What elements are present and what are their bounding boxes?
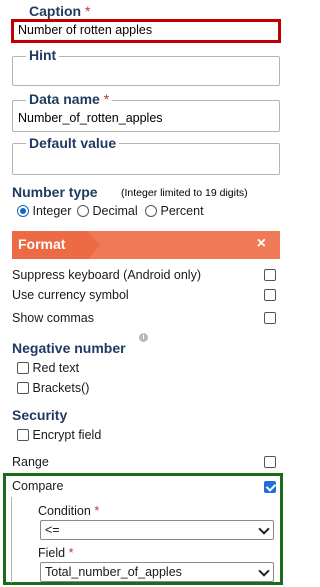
security-title: Security bbox=[12, 407, 68, 423]
condition-select[interactable]: <= bbox=[40, 520, 274, 540]
brackets-option[interactable]: Brackets() bbox=[17, 381, 89, 395]
format-banner[interactable]: Format × bbox=[12, 231, 280, 259]
caption-value[interactable]: Number of rotten apples bbox=[18, 23, 152, 37]
range-checkbox[interactable] bbox=[264, 456, 276, 468]
suppress-keyboard-checkbox[interactable] bbox=[264, 269, 276, 281]
compare-label: Compare bbox=[12, 479, 64, 493]
condition-label: Condition * bbox=[38, 504, 100, 518]
caption-label: Caption * bbox=[26, 3, 94, 19]
format-banner-label: Format bbox=[18, 236, 66, 252]
show-commas-label: Show commas bbox=[12, 311, 94, 325]
info-icon[interactable]: i bbox=[139, 333, 148, 342]
encrypt-field-checkbox bbox=[17, 429, 29, 441]
compare-options-border bbox=[11, 497, 12, 583]
field-select[interactable]: Total_number_of_apples bbox=[40, 562, 274, 582]
data-name-value[interactable]: Number_of_rotten_apples bbox=[18, 111, 163, 125]
number-type-note: (Integer limited to 19 digits) bbox=[121, 187, 248, 199]
currency-symbol-label: Use currency symbol bbox=[12, 288, 129, 302]
compare-checkbox[interactable] bbox=[264, 481, 276, 493]
negative-number-title: Negative number bbox=[12, 340, 126, 356]
red-text-checkbox bbox=[17, 362, 29, 374]
radio-decimal[interactable]: Decimal bbox=[77, 204, 138, 218]
default-value-label: Default value bbox=[26, 135, 120, 151]
close-icon[interactable]: × bbox=[257, 235, 266, 253]
hint-label: Hint bbox=[26, 47, 60, 63]
radio-integer[interactable]: Integer bbox=[17, 204, 71, 218]
radio-percent-icon bbox=[145, 205, 157, 217]
data-name-label: Data name * bbox=[26, 91, 113, 107]
chevron-down-icon bbox=[258, 523, 270, 535]
encrypt-field-option[interactable]: Encrypt field bbox=[17, 428, 101, 442]
suppress-keyboard-label: Suppress keyboard (Android only) bbox=[12, 268, 201, 282]
red-text-option[interactable]: Red text bbox=[17, 361, 79, 375]
number-type-title: Number type bbox=[12, 184, 98, 200]
show-commas-checkbox[interactable] bbox=[264, 312, 276, 324]
field-label: Field * bbox=[38, 546, 74, 560]
radio-decimal-icon bbox=[77, 205, 89, 217]
range-label: Range bbox=[12, 455, 49, 469]
currency-symbol-checkbox[interactable] bbox=[264, 289, 276, 301]
radio-percent[interactable]: Percent bbox=[145, 204, 204, 218]
chevron-down-icon bbox=[258, 565, 270, 577]
radio-integer-icon bbox=[17, 205, 29, 217]
brackets-checkbox bbox=[17, 382, 29, 394]
